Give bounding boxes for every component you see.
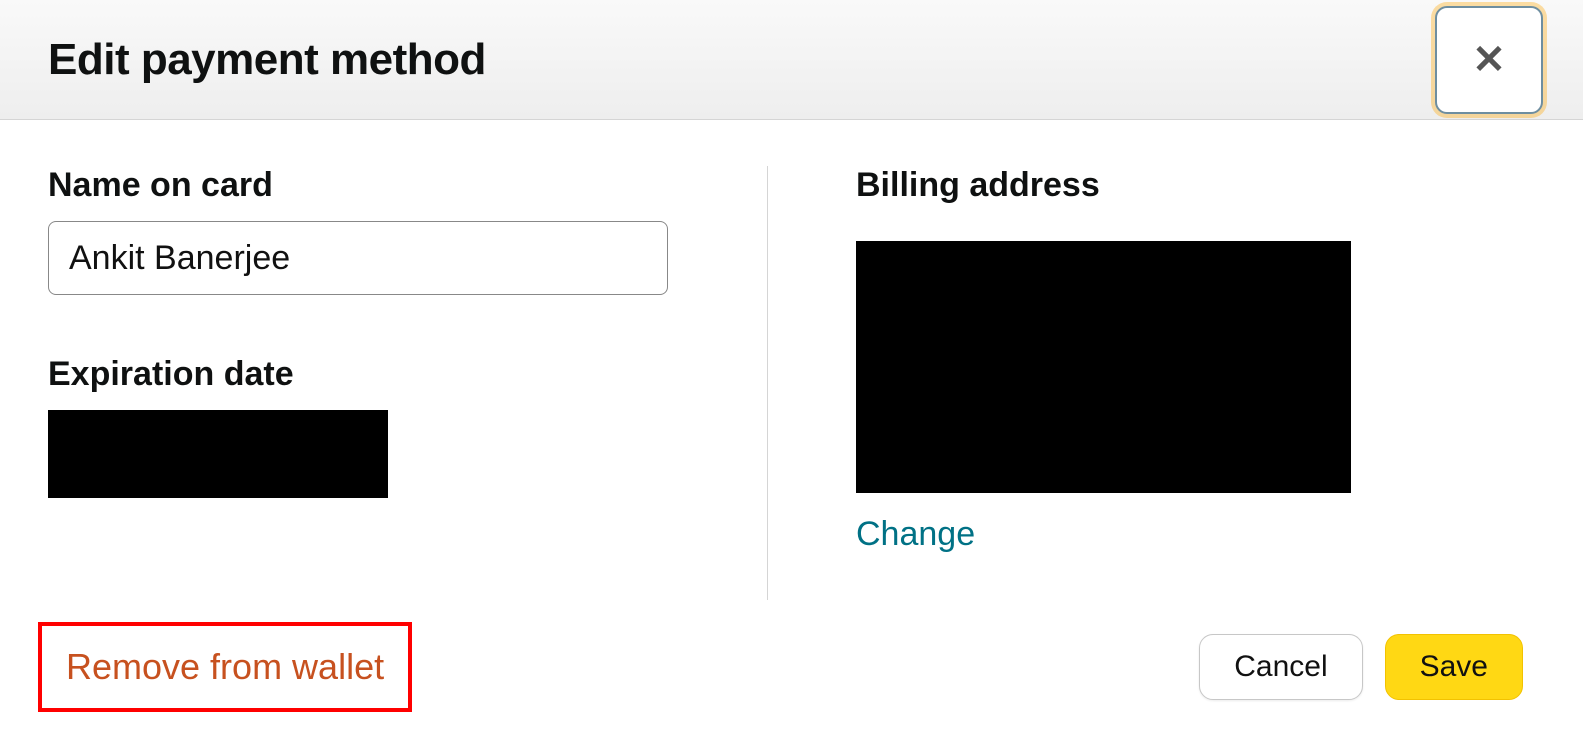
expiration-date-label: Expiration date — [48, 355, 727, 394]
name-on-card-input[interactable] — [48, 221, 668, 295]
close-icon: ✕ — [1472, 37, 1506, 83]
modal-header: Edit payment method ✕ — [0, 0, 1583, 120]
modal-title: Edit payment method — [48, 35, 486, 85]
save-button[interactable]: Save — [1385, 634, 1523, 700]
remove-from-wallet-link[interactable]: Remove from wallet — [66, 646, 384, 687]
billing-address-column: Billing address Change — [768, 166, 1535, 600]
billing-address-label: Billing address — [856, 166, 1535, 205]
footer-actions: Cancel Save — [1199, 634, 1523, 700]
name-on-card-label: Name on card — [48, 166, 727, 205]
cancel-button[interactable]: Cancel — [1199, 634, 1362, 700]
remove-highlight-box: Remove from wallet — [38, 622, 412, 712]
change-address-link[interactable]: Change — [856, 515, 975, 554]
expiration-date-redacted — [48, 410, 388, 498]
modal-body: Name on card Expiration date Billing add… — [0, 120, 1583, 600]
billing-address-redacted — [856, 241, 1351, 493]
close-button[interactable]: ✕ — [1435, 6, 1543, 114]
card-details-column: Name on card Expiration date — [48, 166, 768, 600]
modal-footer: Remove from wallet Cancel Save — [0, 612, 1583, 722]
